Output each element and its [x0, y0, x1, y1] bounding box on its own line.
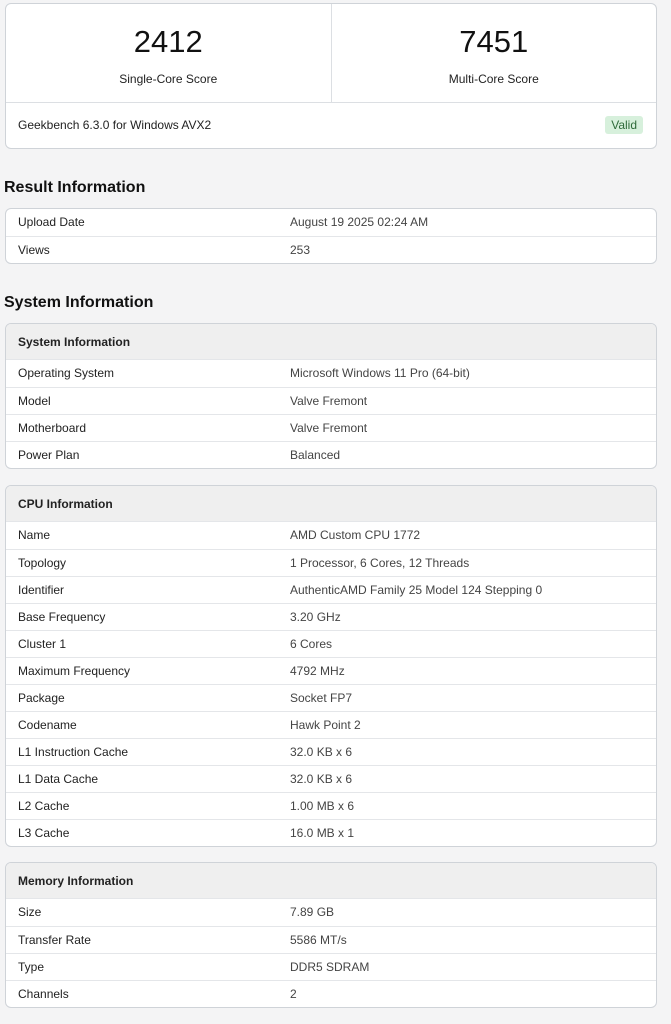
- single-core-cell: 2412 Single-Core Score: [6, 4, 331, 102]
- row-value: AMD Custom CPU 1772: [290, 528, 421, 543]
- row-value: 5586 MT/s: [278, 925, 656, 953]
- row-label: Motherboard: [6, 413, 278, 441]
- system-information-table: Operating System Microsoft Windows 11 Pro…: [6, 360, 656, 468]
- valid-status-badge: Valid: [605, 116, 643, 134]
- row-label: Model: [6, 386, 278, 414]
- multi-core-cell: 7451 Multi-Core Score: [330, 4, 657, 102]
- benchmark-version: Geekbench 6.3.0 for Windows AVX2: [18, 118, 212, 132]
- row-label: Channels: [6, 979, 278, 1007]
- row-label: Power Plan: [6, 440, 278, 468]
- table-row: Model Valve Fremont: [6, 386, 656, 414]
- table-row: Transfer Rate 5586 MT/s: [6, 925, 656, 953]
- table-row: Base Frequency 3.20 GHz: [6, 602, 656, 630]
- result-information-heading: Result Information: [4, 179, 146, 196]
- row-label: Codename: [6, 710, 278, 738]
- table-row: Package Socket FP7: [6, 683, 656, 711]
- row-value: 4792 MHz: [278, 656, 656, 684]
- table-row: L1 Data Cache 32.0 KB x 6: [6, 764, 656, 792]
- table-row: Operating System Microsoft Windows 11 Pro…: [6, 360, 656, 387]
- row-label: Transfer Rate: [6, 925, 278, 953]
- row-value: 1 Processor, 6 Cores, 12 Threads: [278, 548, 656, 576]
- row-label: Topology: [6, 548, 278, 576]
- row-value: 32.0 KB x 6: [278, 764, 656, 792]
- multi-core-label: Multi-Core Score: [448, 72, 539, 86]
- memory-information-card: Memory Information Size 7.89 GB Transfer …: [5, 862, 657, 1008]
- row-value: 2: [278, 979, 656, 1007]
- single-core-score: 2412: [133, 24, 203, 59]
- row-label: Package: [6, 683, 278, 711]
- table-row: Type DDR5 SDRAM: [6, 952, 656, 980]
- row-label: Maximum Frequency: [6, 656, 278, 684]
- row-label: Base Frequency: [6, 602, 278, 630]
- row-label: Views: [6, 235, 278, 263]
- memory-information-card-header: Memory Information: [6, 863, 656, 899]
- cpu-information-table: Name AMD Custom CPU 1772 Topology 1 Proces…: [6, 522, 656, 846]
- row-value: 253: [278, 235, 656, 263]
- multi-core-score: 7451: [459, 24, 529, 59]
- row-value: 7.89 GB: [290, 905, 335, 920]
- row-value: Balanced: [278, 440, 656, 468]
- table-row: Codename Hawk Point 2: [6, 710, 656, 738]
- table-row: Maximum Frequency 4792 MHz: [6, 656, 656, 684]
- row-value: 6 Cores: [278, 629, 656, 657]
- row-label: Operating System: [18, 366, 115, 381]
- table-row: L2 Cache 1.00 MB x 6: [6, 791, 656, 819]
- table-row: Power Plan Balanced: [6, 440, 656, 468]
- row-value: Socket FP7: [278, 683, 656, 711]
- row-value: Valve Fremont: [278, 413, 656, 441]
- result-information-card: Upload Date August 19 2025 02:24 AM View…: [5, 208, 657, 264]
- result-information-table: Upload Date August 19 2025 02:24 AM View…: [6, 209, 656, 263]
- table-row: L1 Instruction Cache 32.0 KB x 6: [6, 737, 656, 765]
- row-label: Cluster 1: [6, 629, 278, 657]
- table-row: Topology 1 Processor, 6 Cores, 12 Threads: [6, 548, 656, 576]
- version-row: Geekbench 6.3.0 for Windows AVX2 Valid: [6, 103, 656, 148]
- cpu-information-card: CPU Information Name AMD Custom CPU 1772 …: [5, 485, 657, 847]
- row-label: L1 Data Cache: [6, 764, 278, 792]
- row-label: Name: [18, 528, 51, 543]
- table-row: Identifier AuthenticAMD Family 25 Model 1…: [6, 575, 656, 603]
- table-row: Cluster 16 Cores: [6, 629, 656, 657]
- row-value: 1.00 MB x 6: [278, 791, 656, 819]
- row-label: L1 Instruction Cache: [6, 737, 278, 765]
- memory-information-table: Size 7.89 GB Transfer Rate 5586 MT/s Type D…: [6, 899, 656, 1007]
- row-value: 32.0 KB x 6: [278, 737, 656, 765]
- row-label: L3 Cache: [6, 818, 278, 846]
- system-information-card-header: System Information: [6, 324, 656, 360]
- row-value: Valve Fremont: [278, 386, 656, 414]
- row-value: AuthenticAMD Family 25 Model 124 Steppin…: [278, 575, 656, 603]
- score-row: 2412 Single-Core Score 7451 Multi-Core S…: [6, 4, 656, 103]
- table-row: Views 253: [6, 235, 656, 263]
- score-card: 2412 Single-Core Score 7451 Multi-Core S…: [5, 3, 657, 149]
- row-value: Microsoft Windows 11 Pro (64-bit): [290, 366, 470, 381]
- table-row: Name AMD Custom CPU 1772: [6, 522, 656, 549]
- table-row: Channels 2: [6, 979, 656, 1007]
- row-value: DDR5 SDRAM: [278, 952, 656, 980]
- row-value: Hawk Point 2: [278, 710, 656, 738]
- table-row: Size 7.89 GB: [6, 899, 656, 926]
- row-value: August 19 2025 02:24 AM: [290, 215, 429, 230]
- table-row: Upload Date August 19 2025 02:24 AM: [6, 209, 656, 236]
- row-label: Upload Date: [18, 215, 85, 230]
- table-row: L3 Cache 16.0 MB x 1: [6, 818, 656, 846]
- row-value: 16.0 MB x 1: [278, 818, 656, 846]
- system-information-heading: System Information: [4, 294, 154, 311]
- row-value: 3.20 GHz: [278, 602, 656, 630]
- row-label: L2 Cache: [6, 791, 278, 819]
- system-information-card: System Information Operating System Micro…: [5, 323, 657, 469]
- row-label: Identifier: [6, 575, 278, 603]
- cpu-information-card-header: CPU Information: [6, 486, 656, 522]
- table-row: Motherboard Valve Fremont: [6, 413, 656, 441]
- row-label: Size: [18, 905, 42, 920]
- row-label: Type: [6, 952, 278, 980]
- single-core-label: Single-Core Score: [119, 72, 218, 86]
